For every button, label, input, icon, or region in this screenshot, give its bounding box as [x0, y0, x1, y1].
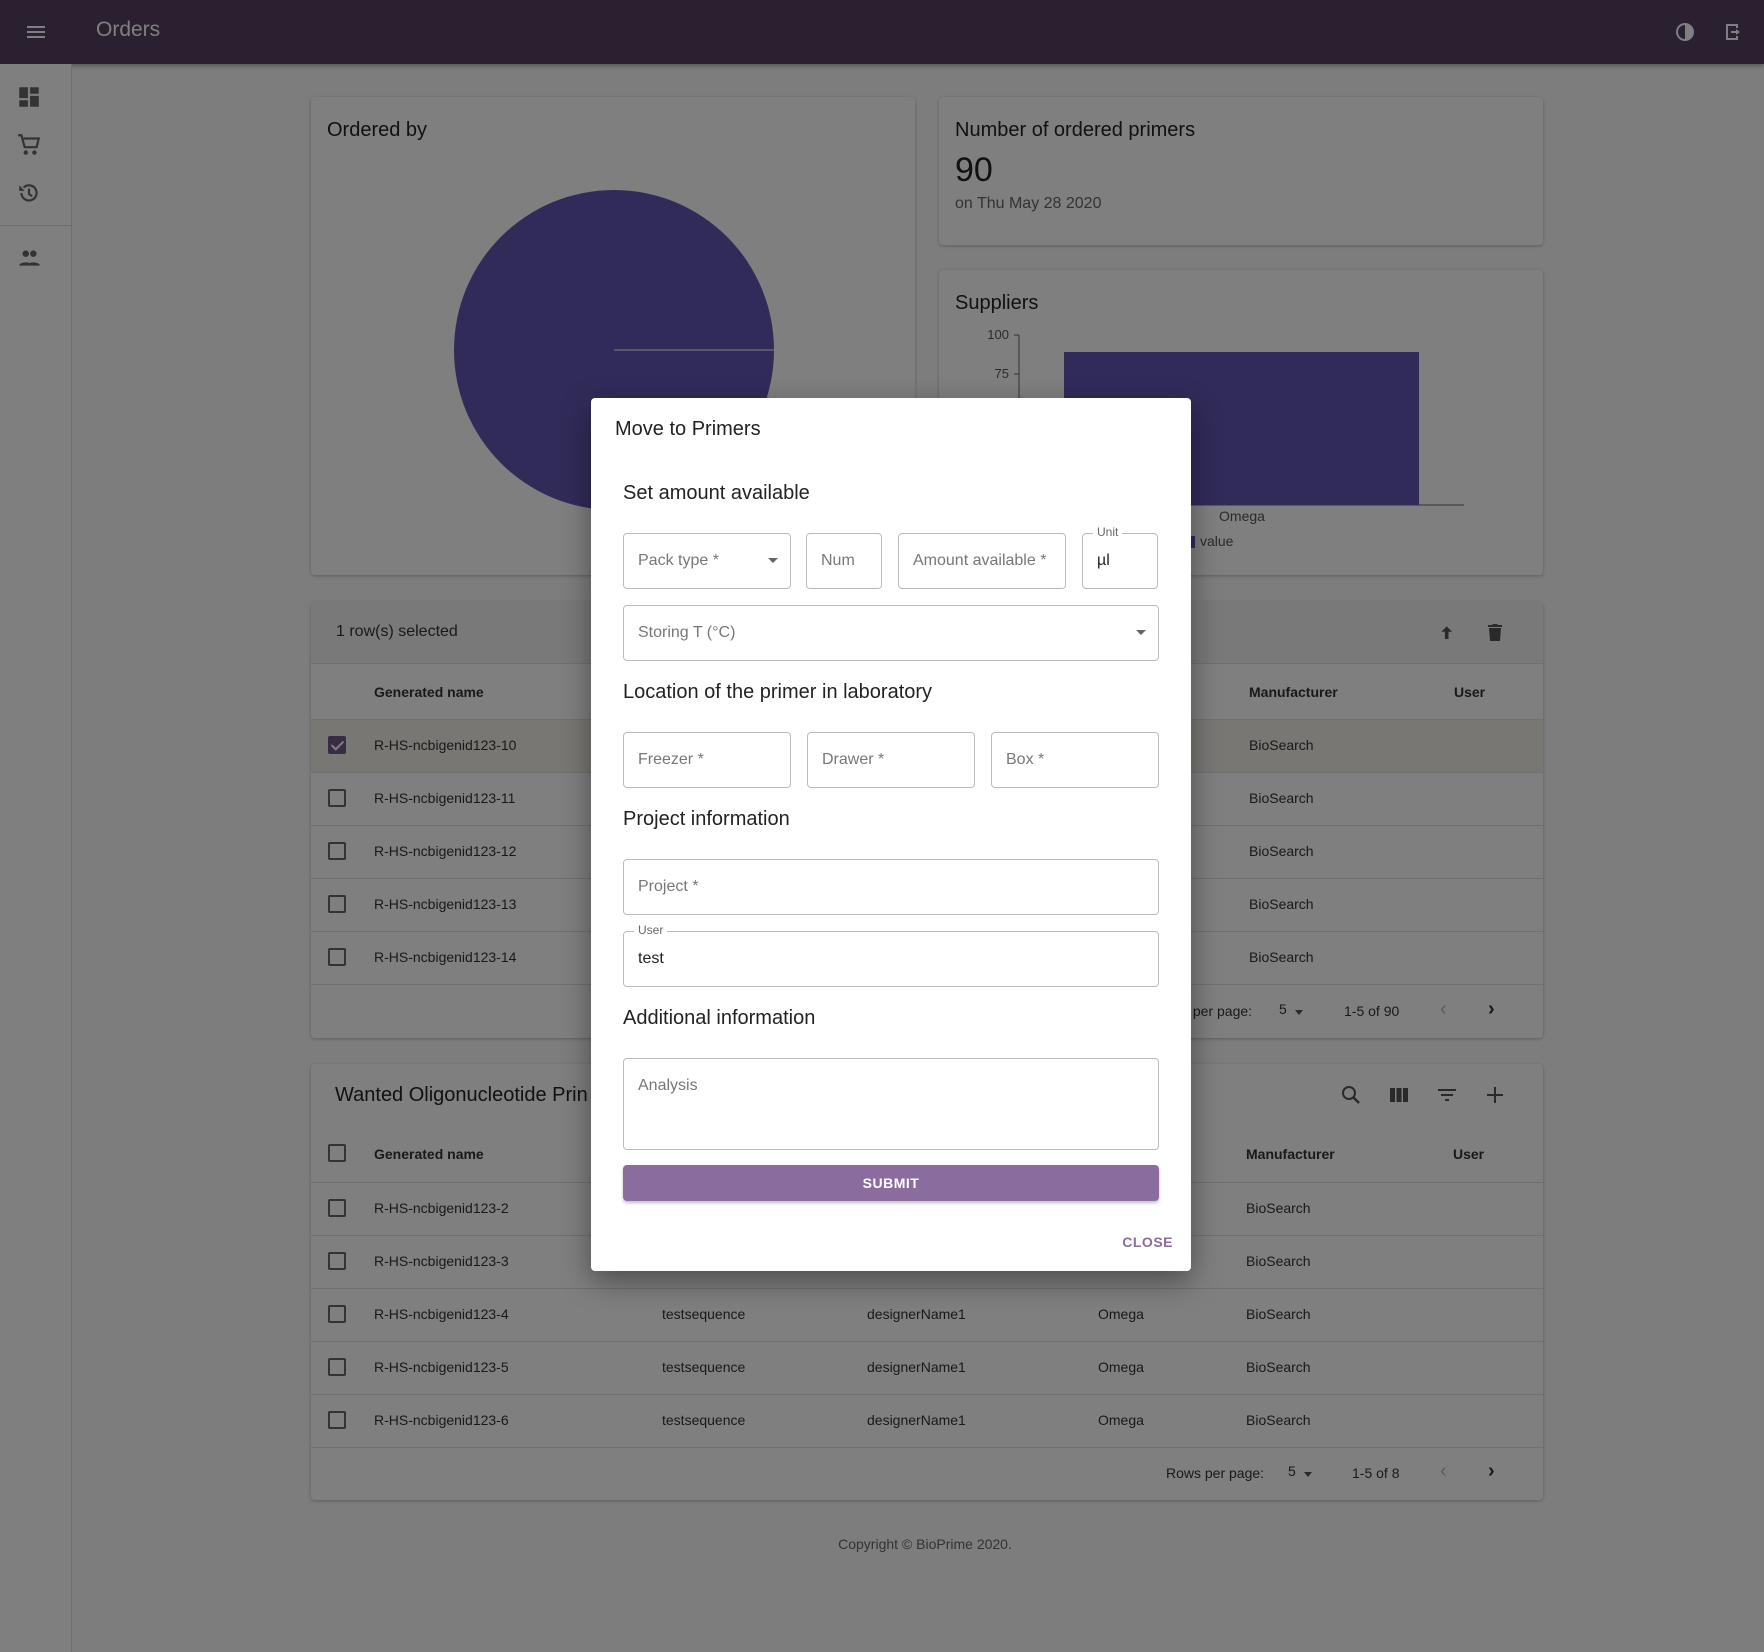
project-placeholder: Project *: [638, 878, 699, 895]
box-input[interactable]: Box *: [991, 732, 1159, 788]
section-project: Project information: [623, 808, 790, 830]
dialog-title: Move to Primers: [615, 418, 761, 440]
chevron-down-icon: [1136, 630, 1146, 635]
num-placeholder: Num: [821, 552, 855, 569]
amount-available-placeholder: Amount available *: [913, 552, 1047, 569]
user-value: test: [638, 950, 664, 967]
submit-button[interactable]: SUBMIT: [623, 1165, 1159, 1201]
storing-t-placeholder: Storing T (°C): [638, 624, 736, 641]
section-additional: Additional information: [623, 1007, 816, 1029]
close-button[interactable]: CLOSE: [1122, 1234, 1173, 1250]
amount-available-input[interactable]: Amount available *: [898, 533, 1066, 589]
num-input[interactable]: Num: [806, 533, 882, 589]
section-location: Location of the primer in laboratory: [623, 681, 933, 703]
move-to-primers-dialog: Move to Primers Set amount available Pac…: [591, 398, 1191, 1271]
storing-temperature-select[interactable]: Storing T (°C): [623, 605, 1159, 661]
freezer-input[interactable]: Freezer *: [623, 732, 791, 788]
chevron-down-icon: [768, 558, 778, 563]
freezer-placeholder: Freezer *: [638, 751, 704, 768]
unit-input[interactable]: Unit µl: [1082, 525, 1158, 589]
pack-type-placeholder: Pack type *: [638, 552, 719, 569]
project-input[interactable]: Project *: [623, 859, 1159, 915]
section-amount: Set amount available: [623, 482, 810, 504]
analysis-placeholder: Analysis: [638, 1077, 698, 1094]
pack-type-select[interactable]: Pack type *: [623, 533, 791, 589]
user-input[interactable]: User test: [623, 923, 1159, 987]
box-placeholder: Box *: [1006, 751, 1045, 768]
drawer-input[interactable]: Drawer *: [807, 732, 975, 788]
analysis-textarea[interactable]: Analysis: [623, 1058, 1159, 1150]
unit-value: µl: [1097, 552, 1110, 569]
drawer-placeholder: Drawer *: [822, 751, 885, 768]
unit-label: Unit: [1093, 525, 1123, 539]
user-label: User: [634, 923, 668, 937]
